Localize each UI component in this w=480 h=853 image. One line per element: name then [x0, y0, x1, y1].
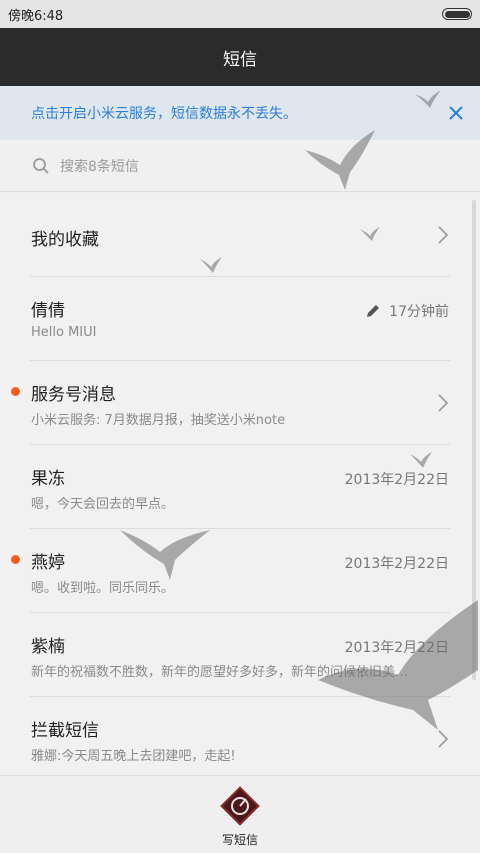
chevron-right-icon — [438, 226, 449, 244]
conversation-name: 燕婷 — [31, 553, 65, 573]
search-input[interactable]: 搜索8条短信 — [60, 156, 139, 176]
list-item-conversation[interactable]: 燕婷 嗯。收到啦。同乐同乐。 2013年2月22日 — [0, 529, 480, 613]
conversation-name: 我的收藏 — [31, 230, 99, 250]
conversation-preview: 小米云服务: 7月数据月报，抽奖送小米note — [31, 413, 286, 428]
conversation-name: 服务号消息 — [31, 385, 116, 405]
search-bar[interactable]: 搜索8条短信 — [0, 140, 480, 192]
conversation-time: 17分钟前 — [389, 304, 449, 320]
conversation-name: 紫楠 — [31, 637, 65, 657]
unread-dot — [11, 555, 20, 564]
list-item-favorites[interactable]: 我的收藏 — [0, 193, 480, 277]
conversation-preview: 嗯，今天会回去的早点。 — [31, 497, 175, 512]
conversation-time: 2013年2月22日 — [344, 556, 449, 572]
conversation-name: 果冻 — [31, 469, 65, 489]
chevron-right-icon — [438, 394, 449, 412]
banner-text[interactable]: 点击开启小米云服务，短信数据永不丢失。 — [31, 103, 297, 123]
conversation-time-wrap: 17分钟前 — [365, 301, 449, 321]
conversation-time: 2013年2月22日 — [344, 640, 449, 656]
bottom-bar: 写短信 — [0, 775, 480, 853]
chevron-right-icon — [438, 730, 449, 748]
conversation-preview: 嗯。收到啦。同乐同乐。 — [31, 581, 175, 596]
list-item-service-messages[interactable]: 服务号消息 小米云服务: 7月数据月报，抽奖送小米note — [0, 361, 480, 445]
list-item-conversation[interactable]: 紫楠 新年的祝福数不胜数，新年的愿望好多好多，新年的问候依旧美… 2013年2月… — [0, 613, 480, 697]
conversation-preview: 新年的祝福数不胜数，新年的愿望好多好多，新年的问候依旧美… — [31, 665, 409, 680]
conversation-list: 我的收藏 倩倩 Hello MIUI 17分钟前 服务号消息 小米云服务: 7月… — [0, 193, 480, 775]
search-icon — [33, 157, 49, 174]
compose-button-label[interactable]: 写短信 — [222, 831, 258, 848]
page-title: 短信 — [223, 49, 257, 70]
battery-icon — [442, 8, 472, 20]
list-item-conversation[interactable]: 果冻 嗯，今天会回去的早点。 2013年2月22日 — [0, 445, 480, 529]
cloud-service-banner[interactable]: 点击开启小米云服务，短信数据永不丢失。 — [0, 86, 480, 140]
conversation-preview: Hello MIUI — [31, 325, 97, 340]
status-bar: 傍晚6:48 — [0, 0, 480, 28]
compose-icon[interactable] — [220, 786, 260, 826]
conversation-preview: 雅娜:今天周五晚上去团建吧，走起! — [31, 749, 236, 764]
list-scrollbar[interactable] — [472, 200, 476, 680]
status-time: 傍晚6:48 — [8, 8, 64, 24]
title-bar: 短信 — [0, 28, 480, 86]
unread-dot — [11, 387, 20, 396]
conversation-name: 倩倩 — [31, 301, 65, 321]
list-item-blocked-messages[interactable]: 拦截短信 雅娜:今天周五晚上去团建吧，走起! — [0, 697, 480, 775]
list-item-conversation[interactable]: 倩倩 Hello MIUI 17分钟前 — [0, 277, 480, 361]
conversation-name: 拦截短信 — [31, 721, 99, 741]
conversation-time: 2013年2月22日 — [344, 472, 449, 488]
draft-pencil-icon — [367, 305, 380, 317]
close-icon[interactable] — [446, 103, 466, 123]
